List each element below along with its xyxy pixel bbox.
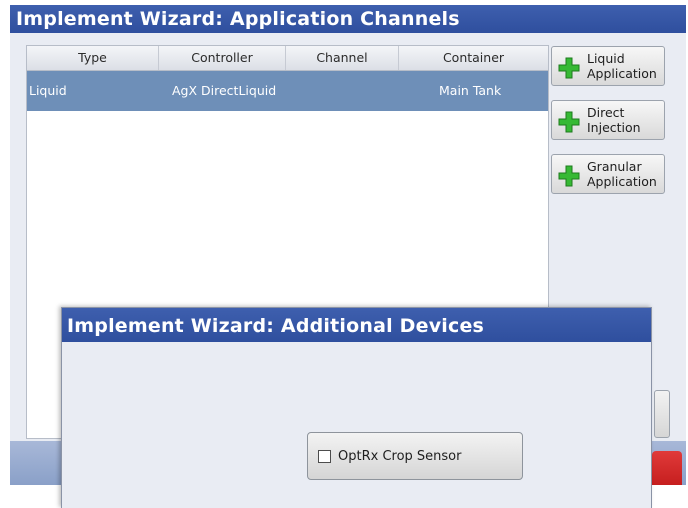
dialog-title-bar: Implement Wizard: Additional Devices — [62, 308, 651, 342]
green-plus-icon — [558, 57, 580, 79]
column-header-channel[interactable]: Channel — [286, 46, 399, 70]
optrx-crop-sensor-option[interactable]: OptRx Crop Sensor — [307, 432, 523, 480]
additional-devices-dialog: Implement Wizard: Additional Devices Opt… — [61, 307, 652, 508]
partially-hidden-side-button[interactable] — [654, 390, 670, 438]
cell-controller: AgX DirectLiquid — [172, 83, 277, 98]
table-row[interactable]: Liquid AgX DirectLiquid Main Tank — [27, 71, 548, 111]
button-label-line2: Application — [587, 66, 657, 81]
column-header-container[interactable]: Container — [399, 46, 548, 70]
title-bar: Implement Wizard: Application Channels — [10, 5, 686, 33]
cancel-button[interactable] — [652, 451, 682, 485]
button-label: Granular Application — [587, 159, 667, 189]
button-label-line1: Direct — [587, 105, 625, 120]
optrx-checkbox-label: OptRx Crop Sensor — [338, 449, 462, 464]
button-label-line2: Application — [587, 174, 657, 189]
button-label: Liquid Application — [587, 51, 667, 81]
button-label-line1: Liquid — [587, 51, 625, 66]
green-plus-icon — [558, 165, 580, 187]
button-label-line1: Granular — [587, 159, 642, 174]
cell-type: Liquid — [29, 83, 67, 98]
column-header-type[interactable]: Type — [27, 46, 159, 70]
button-label: Direct Injection — [587, 105, 667, 135]
button-label-line2: Injection — [587, 120, 641, 135]
table-header: Type Controller Channel Container — [27, 46, 548, 71]
add-liquid-application-button[interactable]: Liquid Application — [551, 46, 665, 86]
add-granular-application-button[interactable]: Granular Application — [551, 154, 665, 194]
window-title: Implement Wizard: Application Channels — [16, 8, 460, 30]
dialog-title: Implement Wizard: Additional Devices — [67, 315, 485, 337]
cell-container: Main Tank — [439, 83, 502, 98]
column-header-controller[interactable]: Controller — [159, 46, 286, 70]
optrx-checkbox[interactable] — [318, 450, 331, 463]
green-plus-icon — [558, 111, 580, 133]
add-direct-injection-button[interactable]: Direct Injection — [551, 100, 665, 140]
